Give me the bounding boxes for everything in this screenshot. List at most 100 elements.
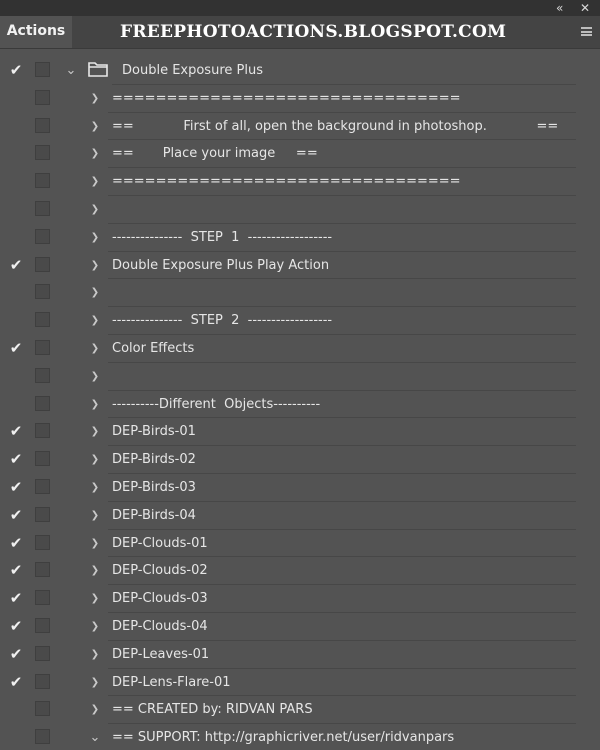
check-icon[interactable]: ✔ <box>8 418 24 446</box>
chevron-right-icon[interactable]: ❯ <box>88 252 102 280</box>
chevron-right-icon[interactable]: ❯ <box>88 669 102 697</box>
action-row[interactable]: ✔ ❯ DEP-Clouds-03 <box>0 585 600 613</box>
action-row[interactable]: ❯ == First of all, open the background in… <box>0 113 600 141</box>
dialog-toggle[interactable] <box>35 451 50 467</box>
action-row[interactable]: ❯ --------------- STEP 1 ----------------… <box>0 224 600 252</box>
dialog-toggle[interactable] <box>35 200 50 216</box>
check-icon[interactable] <box>8 85 24 113</box>
action-row[interactable]: ✔ ❯ DEP-Clouds-04 <box>0 613 600 641</box>
action-row[interactable]: ❯ <box>0 363 600 391</box>
dialog-toggle[interactable] <box>35 590 50 606</box>
chevron-right-icon[interactable]: ❯ <box>88 85 102 113</box>
check-icon[interactable] <box>8 224 24 252</box>
check-icon[interactable] <box>8 168 24 196</box>
action-row[interactable]: ✔ ❯ DEP-Birds-01 <box>0 418 600 447</box>
check-icon[interactable] <box>8 113 24 141</box>
check-icon[interactable] <box>8 696 24 724</box>
action-row[interactable]: ✔ ❯ DEP-Leaves-01 <box>0 641 600 669</box>
check-icon[interactable]: ✔ <box>8 57 24 85</box>
action-row[interactable]: ✔ ❯ DEP-Clouds-01 <box>0 530 600 558</box>
action-row[interactable]: ✔ ❯ DEP-Lens-Flare-01 <box>0 669 600 697</box>
chevron-right-icon[interactable]: ❯ <box>88 502 102 530</box>
panel-menu-icon[interactable] <box>581 27 592 36</box>
double-chevron-left-icon[interactable]: « <box>556 0 563 16</box>
dialog-toggle[interactable] <box>35 173 50 189</box>
tab-actions[interactable]: Actions <box>0 16 72 48</box>
dialog-toggle[interactable] <box>35 729 50 745</box>
chevron-right-icon[interactable]: ❯ <box>88 446 102 474</box>
check-icon[interactable]: ✔ <box>8 669 24 697</box>
chevron-right-icon[interactable]: ❯ <box>88 224 102 252</box>
chevron-right-icon[interactable]: ❯ <box>88 335 102 363</box>
dialog-toggle[interactable] <box>35 701 50 717</box>
check-icon[interactable] <box>8 724 24 750</box>
chevron-right-icon[interactable]: ❯ <box>88 391 102 419</box>
dialog-toggle[interactable] <box>35 89 50 105</box>
chevron-right-icon[interactable]: ❯ <box>88 140 102 168</box>
action-row[interactable]: ❯ ================================ <box>0 168 600 196</box>
chevron-right-icon[interactable]: ❯ <box>88 307 102 335</box>
dialog-toggle[interactable] <box>35 312 50 328</box>
chevron-right-icon[interactable]: ❯ <box>88 168 102 196</box>
dialog-toggle[interactable] <box>35 339 50 355</box>
chevron-down-icon[interactable]: ⌄ <box>64 57 78 85</box>
check-icon[interactable]: ✔ <box>8 335 24 363</box>
dialog-toggle[interactable] <box>35 534 50 550</box>
dialog-toggle[interactable] <box>35 673 50 689</box>
check-icon[interactable] <box>8 279 24 307</box>
action-row[interactable]: ❯ ----------Different Objects---------- <box>0 391 600 419</box>
action-row[interactable]: ❯ ================================ <box>0 85 600 113</box>
check-icon[interactable]: ✔ <box>8 502 24 530</box>
action-row[interactable]: ⌄ == SUPPORT: http://graphicriver.net/use… <box>0 724 600 750</box>
action-row[interactable]: ✔ ❯ DEP-Clouds-02 <box>0 557 600 586</box>
dialog-toggle[interactable] <box>35 478 50 494</box>
chevron-right-icon[interactable]: ❯ <box>88 530 102 558</box>
dialog-toggle[interactable] <box>35 645 50 661</box>
chevron-right-icon[interactable]: ❯ <box>88 696 102 724</box>
action-row[interactable]: ✔ ❯ DEP-Birds-04 <box>0 502 600 530</box>
dialog-toggle[interactable] <box>35 117 50 133</box>
check-icon[interactable]: ✔ <box>8 557 24 585</box>
action-row[interactable]: ✔ ❯ Double Exposure Plus Play Action <box>0 252 600 280</box>
chevron-right-icon[interactable]: ❯ <box>88 196 102 224</box>
chevron-right-icon[interactable]: ❯ <box>88 613 102 641</box>
chevron-right-icon[interactable]: ❯ <box>88 279 102 307</box>
action-set-row[interactable]: ✔ ⌄ Double Exposure Plus <box>0 57 600 85</box>
dialog-toggle[interactable] <box>35 367 50 383</box>
action-row[interactable]: ❯ == Place your image == <box>0 140 600 169</box>
dialog-toggle[interactable] <box>35 506 50 522</box>
dialog-toggle[interactable] <box>35 423 50 439</box>
chevron-right-icon[interactable]: ❯ <box>88 641 102 669</box>
check-icon[interactable]: ✔ <box>8 530 24 558</box>
check-icon[interactable]: ✔ <box>8 613 24 641</box>
check-icon[interactable] <box>8 140 24 168</box>
dialog-toggle[interactable] <box>35 62 50 77</box>
check-icon[interactable] <box>8 196 24 224</box>
dialog-toggle[interactable] <box>35 145 50 161</box>
check-icon[interactable] <box>8 307 24 335</box>
dialog-toggle[interactable] <box>35 617 50 633</box>
chevron-right-icon[interactable]: ❯ <box>88 474 102 502</box>
check-icon[interactable]: ✔ <box>8 474 24 502</box>
dialog-toggle[interactable] <box>35 284 50 300</box>
chevron-right-icon[interactable]: ❯ <box>88 113 102 141</box>
dialog-toggle[interactable] <box>35 395 50 411</box>
check-icon[interactable]: ✔ <box>8 641 24 669</box>
chevron-right-icon[interactable]: ❯ <box>88 585 102 613</box>
action-row[interactable]: ❯ <box>0 196 600 224</box>
check-icon[interactable]: ✔ <box>8 252 24 280</box>
action-row[interactable]: ❯ == CREATED by: RIDVAN PARS <box>0 696 600 725</box>
action-row[interactable]: ✔ ❯ DEP-Birds-03 <box>0 474 600 502</box>
dialog-toggle[interactable] <box>35 562 50 578</box>
close-icon[interactable]: ✕ <box>580 0 590 16</box>
check-icon[interactable] <box>8 391 24 419</box>
action-row[interactable]: ❯ --------------- STEP 2 ----------------… <box>0 307 600 335</box>
chevron-right-icon[interactable]: ❯ <box>88 557 102 585</box>
action-row[interactable]: ❯ <box>0 279 600 308</box>
chevron-right-icon[interactable]: ❯ <box>88 418 102 446</box>
action-row[interactable]: ✔ ❯ DEP-Birds-02 <box>0 446 600 474</box>
check-icon[interactable]: ✔ <box>8 585 24 613</box>
chevron-right-icon[interactable]: ❯ <box>88 363 102 391</box>
dialog-toggle[interactable] <box>35 256 50 272</box>
check-icon[interactable] <box>8 363 24 391</box>
